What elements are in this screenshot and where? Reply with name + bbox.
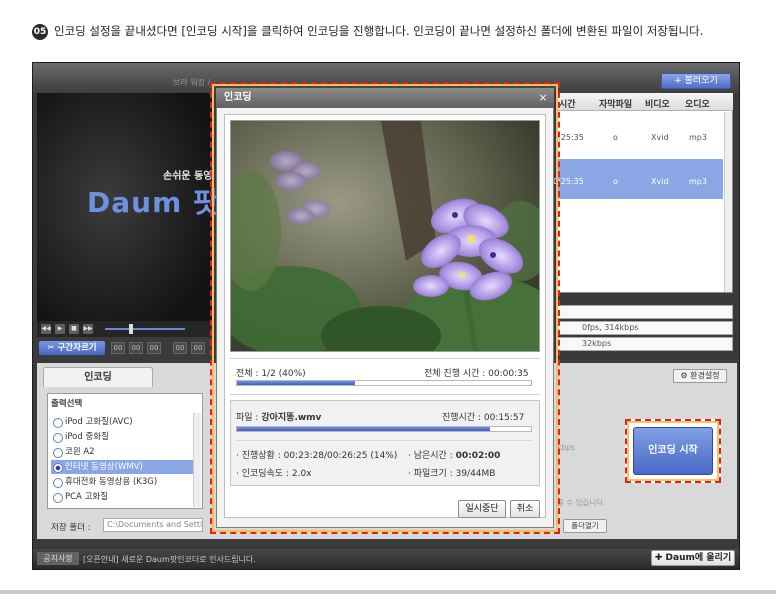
output-select-title: 출력선택 (51, 399, 83, 409)
overall-progress-bar (236, 380, 532, 386)
divider (236, 440, 532, 441)
output-list-scrollbar[interactable] (193, 413, 201, 507)
output-option[interactable]: 휴대전화 동영상용 (K3G) (51, 475, 201, 489)
seek-slider[interactable] (105, 328, 185, 330)
dialog-title: 인코딩 (216, 88, 554, 108)
time-field[interactable]: 00 (129, 342, 143, 354)
load-file-button[interactable]: + 불러오기 (661, 73, 731, 89)
encoding-preview-image (230, 120, 540, 352)
row-subtitle: o (613, 177, 618, 186)
divider (230, 394, 540, 395)
progress-status: · 진행상황 : 00:23:28/00:26:25 (14%) (236, 451, 398, 461)
time-field[interactable]: 00 (111, 342, 125, 354)
output-option[interactable]: 코윈 A2 (51, 445, 201, 459)
step-number-badge: 05 (32, 24, 48, 40)
fast-forward-button[interactable]: ▶▶ (83, 324, 93, 334)
file-elapsed-label: 진행시간 : 00:15:57 (442, 413, 525, 423)
notice-badge: 공지사항 (37, 552, 79, 565)
file-size: · 파일크기 : 39/44MB (408, 469, 496, 479)
bottom-divider (0, 590, 776, 594)
remaining-label: · 남은시간 : (408, 451, 456, 461)
save-folder-label: 저장 폴더 : (51, 523, 91, 533)
upload-to-daum-button[interactable]: ✚ Daum에 올리기 (651, 550, 735, 566)
file-progress-fill (237, 427, 490, 431)
row-video: Xvid (651, 177, 669, 186)
remaining-value: 00:02:00 (455, 451, 501, 461)
app-menu-text: 브라 워킹 / (173, 78, 211, 87)
time-field[interactable]: 00 (191, 342, 205, 354)
overall-progress-fill (237, 381, 355, 385)
column-header-video[interactable]: 비디오 (645, 97, 670, 110)
output-option-selected[interactable]: 인터넷 동영상(WMV) (51, 460, 201, 474)
overall-elapsed-label: 전체 진행 시간 : 00:00:35 (424, 369, 529, 379)
divider (230, 358, 540, 359)
column-header-subtitle[interactable]: 자막파일 (599, 97, 632, 110)
stop-button[interactable]: ■ (69, 324, 79, 334)
pause-button[interactable]: 일시중단 (458, 500, 506, 518)
right-info-note: 출 수 있습니다. (557, 498, 606, 507)
save-folder-input[interactable]: C:\Documents and Settings (103, 518, 203, 532)
info-field-video: 0fps, 314kbps (557, 321, 733, 335)
info-field-audio: 32kbps (557, 337, 733, 351)
row-subtitle: o (613, 133, 618, 142)
file-progress-bar (236, 426, 532, 432)
flower-photo (231, 121, 539, 351)
close-icon[interactable]: × (537, 92, 549, 104)
row-audio: mp3 (689, 177, 707, 186)
column-header-audio[interactable]: 오디오 (685, 97, 710, 110)
file-label-prefix: 파일 : (236, 413, 262, 423)
row-video: Xvid (651, 133, 669, 142)
file-label: 파일 : 강아지똥.wmv (236, 410, 321, 423)
start-encoding-button[interactable]: 인코딩 시작 (633, 427, 713, 475)
output-option[interactable]: PCA 고화질 (51, 490, 201, 504)
output-option[interactable]: iPod 중화질 (51, 430, 201, 444)
settings-button[interactable]: ⚙ 환경설정 (673, 369, 727, 383)
row-audio: mp3 (689, 133, 707, 142)
cut-section-button[interactable]: ✂ 구간자르기 (39, 341, 105, 355)
notice-link[interactable]: [오픈안내] 새로운 Daum팟인코더로 인사드립니다. (83, 554, 256, 565)
instruction-text: 인코딩 설정을 끝내셨다면 [인코딩 시작]을 클릭하여 인코딩을 진행합니다.… (54, 24, 704, 38)
file-name: 강아지똥.wmv (261, 413, 322, 423)
cancel-button[interactable]: 취소 (510, 500, 540, 518)
rewind-button[interactable]: ◀◀ (41, 324, 51, 334)
open-folder-button[interactable]: 폴더열기 (563, 519, 607, 533)
time-field[interactable]: 00 (173, 342, 187, 354)
encoding-speed: · 인코딩속도 : 2.0x (236, 469, 312, 479)
output-option[interactable]: iPod 고화질(AVC) (51, 415, 201, 429)
tab-encoding[interactable]: 인코딩 (43, 367, 153, 387)
file-list-scrollbar[interactable] (724, 112, 732, 292)
time-field[interactable]: 00 (147, 342, 161, 354)
column-header-time[interactable]: 시간 (559, 97, 576, 110)
overall-progress-label: 전체 : 1/2 (40%) (236, 369, 306, 379)
play-button[interactable]: ▶ (55, 324, 65, 334)
app-tagline: 손쉬운 동영 (163, 171, 213, 182)
seek-slider-knob[interactable] (129, 324, 133, 334)
info-field (557, 305, 733, 319)
remaining-time: · 남은시간 : 00:02:00 (408, 448, 500, 461)
